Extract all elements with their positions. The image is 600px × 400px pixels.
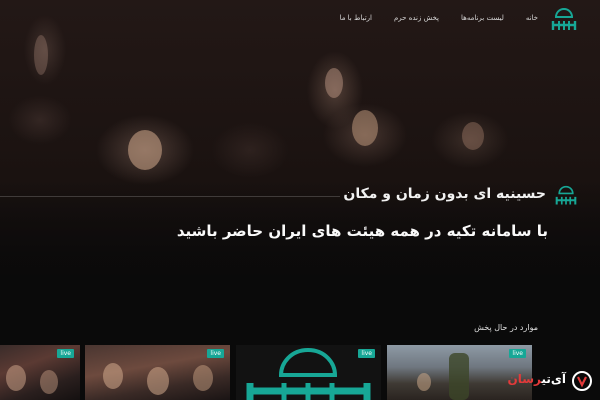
live-badge: live bbox=[358, 349, 375, 358]
live-card[interactable]: live bbox=[236, 345, 381, 400]
live-card[interactable]: live bbox=[85, 345, 230, 400]
itresan-logo-icon bbox=[572, 371, 592, 391]
live-badge: live bbox=[207, 349, 224, 358]
live-card[interactable]: live bbox=[0, 345, 80, 400]
hero-title: حسینیه ای بدون زمان و مکان bbox=[343, 186, 546, 202]
top-navigation: خانه لیست برنامه‌ها پخش زنده حرم ارتباط … bbox=[0, 0, 600, 40]
nav-link-live-shrine[interactable]: پخش زنده حرم bbox=[394, 14, 439, 22]
hero-subtitle: با سامانه تکیه در همه هیئت های ایران حاض… bbox=[176, 222, 548, 240]
live-badge: live bbox=[57, 349, 74, 358]
nav-links: خانه لیست برنامه‌ها پخش زنده حرم ارتباط … bbox=[340, 14, 538, 22]
mosque-logo-icon[interactable] bbox=[550, 6, 578, 34]
headline-divider bbox=[0, 196, 340, 197]
mosque-logo-icon bbox=[555, 185, 577, 205]
live-badge: live bbox=[509, 349, 526, 358]
watermark-text: آی‌تیرسان bbox=[507, 372, 566, 386]
nav-link-home[interactable]: خانه bbox=[526, 14, 538, 22]
hero-headline-row: حسینیه ای بدون زمان و مکان bbox=[0, 185, 578, 207]
nav-link-contact[interactable]: ارتباط با ما bbox=[340, 14, 372, 22]
nav-link-programs[interactable]: لیست برنامه‌ها bbox=[461, 14, 504, 22]
itresan-watermark: آی‌تیرسان bbox=[504, 368, 594, 394]
live-section-title: موارد در حال پخش bbox=[474, 323, 538, 332]
